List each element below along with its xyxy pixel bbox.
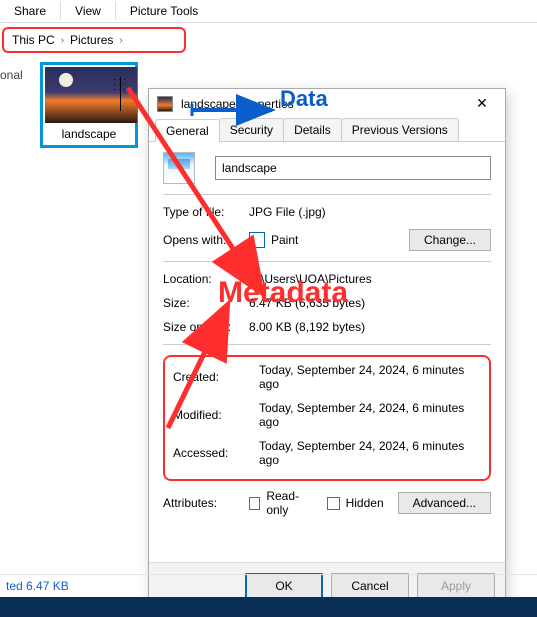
opens-with-value: Paint — [271, 233, 403, 247]
created-value: Today, September 24, 2024, 6 minutes ago — [259, 363, 481, 391]
advanced-button[interactable]: Advanced... — [398, 492, 491, 514]
menu-view[interactable]: View — [61, 2, 116, 20]
accessed-value: Today, September 24, 2024, 6 minutes ago — [259, 439, 481, 467]
metadata-arrow-1-icon — [120, 80, 280, 310]
tab-previous-versions[interactable]: Previous Versions — [341, 118, 459, 141]
checkbox-icon — [249, 497, 260, 510]
nav-item-truncated[interactable]: onal — [0, 68, 23, 82]
moon-icon — [59, 73, 73, 87]
tab-details[interactable]: Details — [283, 118, 342, 141]
breadcrumb-root[interactable]: This PC — [12, 33, 55, 47]
taskbar[interactable] — [0, 597, 537, 617]
size-value: 6.47 KB (6,635 bytes) — [249, 296, 491, 310]
menubar: Share View Picture Tools — [0, 0, 537, 23]
menu-share[interactable]: Share — [0, 2, 61, 20]
metadata-arrow-2-icon — [160, 298, 240, 438]
size-on-disk-value: 8.00 KB (8,192 bytes) — [249, 320, 491, 334]
modified-value: Today, September 24, 2024, 6 minutes ago — [259, 401, 481, 429]
chevron-right-icon: › — [61, 35, 64, 46]
status-bar: ted 6.47 KB — [0, 574, 537, 597]
close-button[interactable]: ✕ — [467, 95, 497, 112]
location-value: C:\Users\UOA\Pictures — [249, 272, 491, 286]
hidden-checkbox[interactable]: Hidden — [327, 496, 384, 510]
breadcrumb-folder[interactable]: Pictures — [70, 33, 113, 47]
type-value: JPG File (.jpg) — [249, 205, 491, 219]
status-size: ted 6.47 KB — [6, 579, 69, 593]
readonly-label: Read-only — [266, 489, 312, 517]
chevron-right-icon: › — [119, 35, 122, 46]
accessed-label: Accessed: — [173, 446, 259, 460]
menu-picture-tools[interactable]: Picture Tools — [116, 2, 212, 20]
attributes-label: Attributes: — [163, 496, 249, 510]
checkbox-icon — [327, 497, 340, 510]
breadcrumb[interactable]: This PC › Pictures › — [2, 27, 186, 53]
hidden-label: Hidden — [346, 496, 384, 510]
change-button[interactable]: Change... — [409, 229, 491, 251]
readonly-checkbox[interactable]: Read-only — [249, 489, 313, 517]
